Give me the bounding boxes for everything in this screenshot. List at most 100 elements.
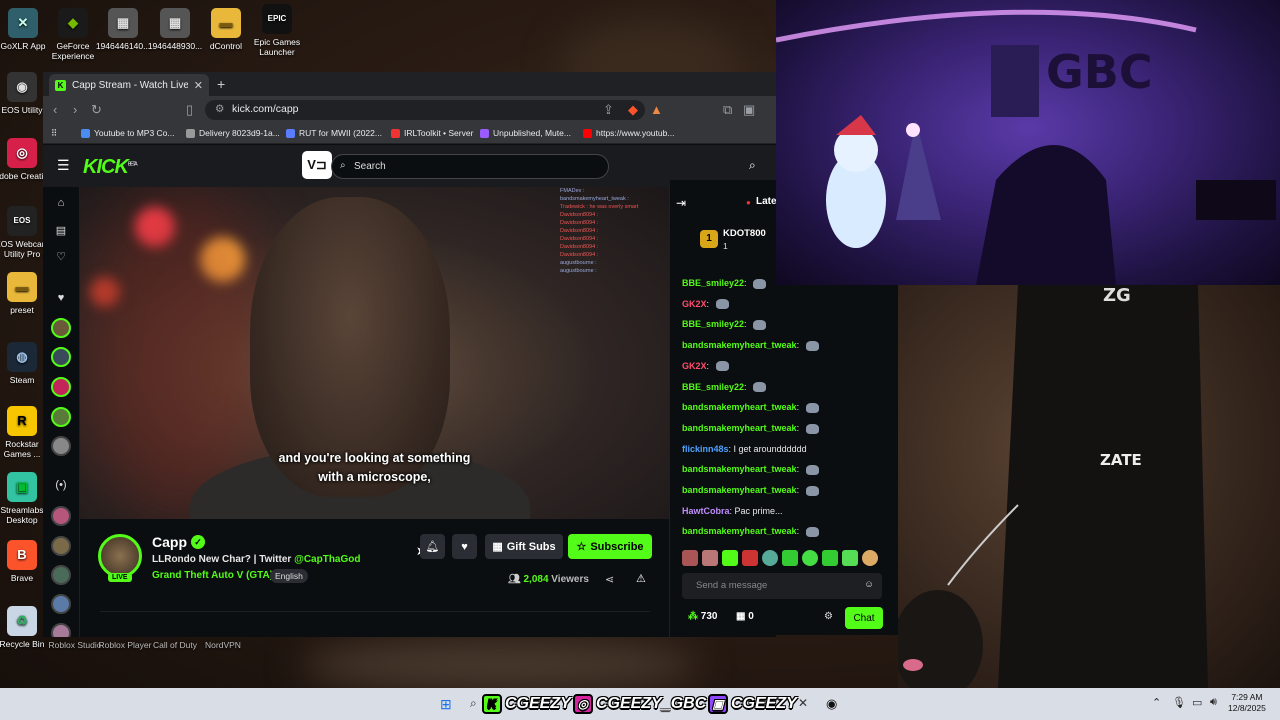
chat-username[interactable]: bandsmakemyheart_tweak (682, 526, 797, 536)
share-icon[interactable]: ⋖ (605, 573, 614, 586)
chat-username[interactable]: BBE_smiley22 (682, 319, 744, 329)
new-tab-icon[interactable]: + (217, 76, 225, 92)
network-icon[interactable]: ▭ (1192, 696, 1202, 709)
subscribe-button[interactable]: ☆ Subscribe (568, 534, 652, 559)
recommended-channel-avatar[interactable] (51, 506, 71, 526)
app-icon[interactable]: ✕ (798, 696, 808, 710)
volume-icon[interactable]: 🔊︎ (1210, 696, 1217, 709)
chat-separator: : (706, 360, 712, 371)
share-page-icon[interactable]: ⇪ (603, 102, 614, 118)
bookmark-item[interactable]: RUT for MWII (2022... (286, 128, 382, 138)
emote-icon[interactable] (782, 550, 798, 566)
emote-icon[interactable] (702, 550, 718, 566)
search-toggle-icon[interactable]: ⌕ (749, 158, 756, 173)
recommended-channel-avatar[interactable] (51, 565, 71, 585)
search-input[interactable]: ⌕ Search (331, 154, 609, 179)
channel-points[interactable]: ⁂ 730 (688, 611, 717, 622)
obs-icon[interactable]: ◉ (826, 696, 837, 712)
browse-icon[interactable]: ▤ (53, 224, 69, 240)
emoji-picker-icon[interactable]: ☺ (864, 579, 874, 590)
desktop-icon-nordvpn[interactable]: NordVPN (193, 640, 253, 650)
bookmark-item[interactable]: IRLToolkit • Server (391, 128, 473, 138)
menu-icon[interactable]: ☰ (57, 157, 70, 174)
bookmark-item[interactable]: https://www.youtub... (583, 128, 674, 138)
following-icon[interactable]: ♡ (53, 250, 69, 266)
chat-username[interactable]: bandsmakemyheart_tweak (682, 485, 797, 495)
followed-channel-avatar[interactable] (51, 377, 71, 397)
report-icon[interactable]: ⚠ (636, 572, 646, 585)
followed-channel-avatar[interactable] (51, 347, 71, 367)
desktop-icon-image1[interactable]: ▦ 1946446140... (93, 8, 153, 51)
bookmark-item[interactable]: Youtube to MP3 Co... (81, 128, 175, 138)
chat-username[interactable]: bandsmakemyheart_tweak (682, 340, 797, 350)
brave-shield-icon[interactable]: ◆ (628, 102, 638, 118)
brave-rewards-icon[interactable]: ▲ (650, 102, 663, 117)
url-field[interactable]: ⚙ kick.com/capp (205, 100, 645, 120)
chat-username[interactable]: HawtCobra (682, 506, 730, 516)
desktop-icon-label: 1946446140... (95, 41, 151, 51)
chat-username[interactable]: BBE_smiley22 (682, 278, 744, 288)
bookmark-item[interactable]: Delivery 8023d9-1a... (186, 128, 280, 138)
system-clock[interactable]: 7:29 AM 12/8/2025 (1228, 692, 1266, 714)
chat-settings-icon[interactable]: ⚙ (824, 611, 833, 622)
collapse-chat-icon[interactable]: ⇥ (676, 196, 686, 210)
twitter-handle-link[interactable]: @CapThaGod (294, 554, 360, 565)
back-icon[interactable]: ‹ (53, 102, 57, 117)
extensions-icon[interactable]: ⧉ (723, 102, 732, 118)
chat-username[interactable]: BBE_smiley22 (682, 382, 744, 392)
bookmark-icon[interactable]: ▯ (186, 102, 193, 118)
photo-scene: ZG ZATE (898, 285, 1208, 688)
chat-username[interactable]: GK2X (682, 361, 707, 371)
emote-icon[interactable] (682, 550, 698, 566)
gift-count[interactable]: ▦ 0 (736, 611, 754, 622)
emote-icon[interactable] (722, 550, 738, 566)
emote-icon[interactable] (742, 550, 758, 566)
follow-button[interactable]: ♥ (452, 534, 477, 559)
category-link[interactable]: Grand Theft Auto V (GTA) (152, 570, 273, 581)
desktop-icon-epic[interactable]: EPIC Epic Games Launcher (247, 4, 307, 57)
followed-channel-avatar[interactable] (51, 318, 71, 338)
notification-bell-button[interactable]: 🔔︎ (420, 534, 445, 559)
emote-icon[interactable] (762, 550, 778, 566)
show-hidden-icons-icon[interactable]: ⌃ (1152, 696, 1161, 709)
forward-icon[interactable]: › (73, 102, 77, 117)
reload-icon[interactable]: ↻ (91, 102, 102, 118)
sidebar-icon[interactable]: ▣ (743, 102, 755, 118)
recommended-channel-avatar[interactable] (51, 536, 71, 556)
chat-username[interactable]: bandsmakemyheart_tweak (682, 402, 797, 412)
gift-subs-button[interactable]: ▦ Gift Subs (485, 534, 563, 559)
send-chat-button[interactable]: Chat (845, 607, 883, 629)
search-icon[interactable]: ⌕ (470, 696, 477, 711)
bookmark-item[interactable]: Unpublished, Mute... (480, 128, 571, 138)
chat-username[interactable]: flickinn48s (682, 444, 729, 454)
emote-icon[interactable] (822, 550, 838, 566)
channel-avatar[interactable] (98, 534, 142, 578)
chat-username[interactable]: GK2X (682, 299, 707, 309)
home-icon[interactable]: ⌂ (53, 197, 69, 213)
chat-username[interactable]: bandsmakemyheart_tweak (682, 423, 797, 433)
top-gifter-name[interactable]: KDOT800 (723, 228, 766, 239)
followed-channel-avatar[interactable] (51, 407, 71, 427)
send-message-input[interactable]: Send a message ☺ (682, 573, 882, 599)
latest-label[interactable]: Late (756, 196, 777, 207)
recommended-channel-avatar[interactable] (51, 594, 71, 614)
video-player[interactable]: FMADev : bandsmakemyheart_tweak : Tradew… (80, 187, 669, 519)
followed-channel-avatar[interactable] (51, 436, 71, 456)
browser-tab[interactable]: K Capp Stream - Watch Live on ✕ (49, 74, 209, 96)
apps-icon[interactable]: ⠿ (51, 128, 57, 139)
emote-icon[interactable] (862, 550, 878, 566)
emote-icon[interactable] (802, 550, 818, 566)
site-info-icon[interactable]: ⚙ (215, 103, 224, 115)
chat-separator: : (744, 278, 750, 288)
start-icon[interactable]: ⊞ (440, 696, 452, 713)
rockstar-icon: R (7, 406, 37, 436)
channel-name[interactable]: Capp (152, 534, 187, 550)
language-tag[interactable]: English (270, 569, 308, 583)
recommended-channel-avatar[interactable] (51, 623, 71, 637)
close-tab-icon[interactable]: ✕ (194, 79, 203, 92)
microphone-icon[interactable]: 🎙︎ (1172, 696, 1186, 709)
extension-overlay-icon[interactable]: V⊐ (302, 151, 332, 179)
emote-icon[interactable] (842, 550, 858, 566)
kick-logo[interactable]: KICKBETA (83, 156, 138, 179)
chat-username[interactable]: bandsmakemyheart_tweak (682, 464, 797, 474)
